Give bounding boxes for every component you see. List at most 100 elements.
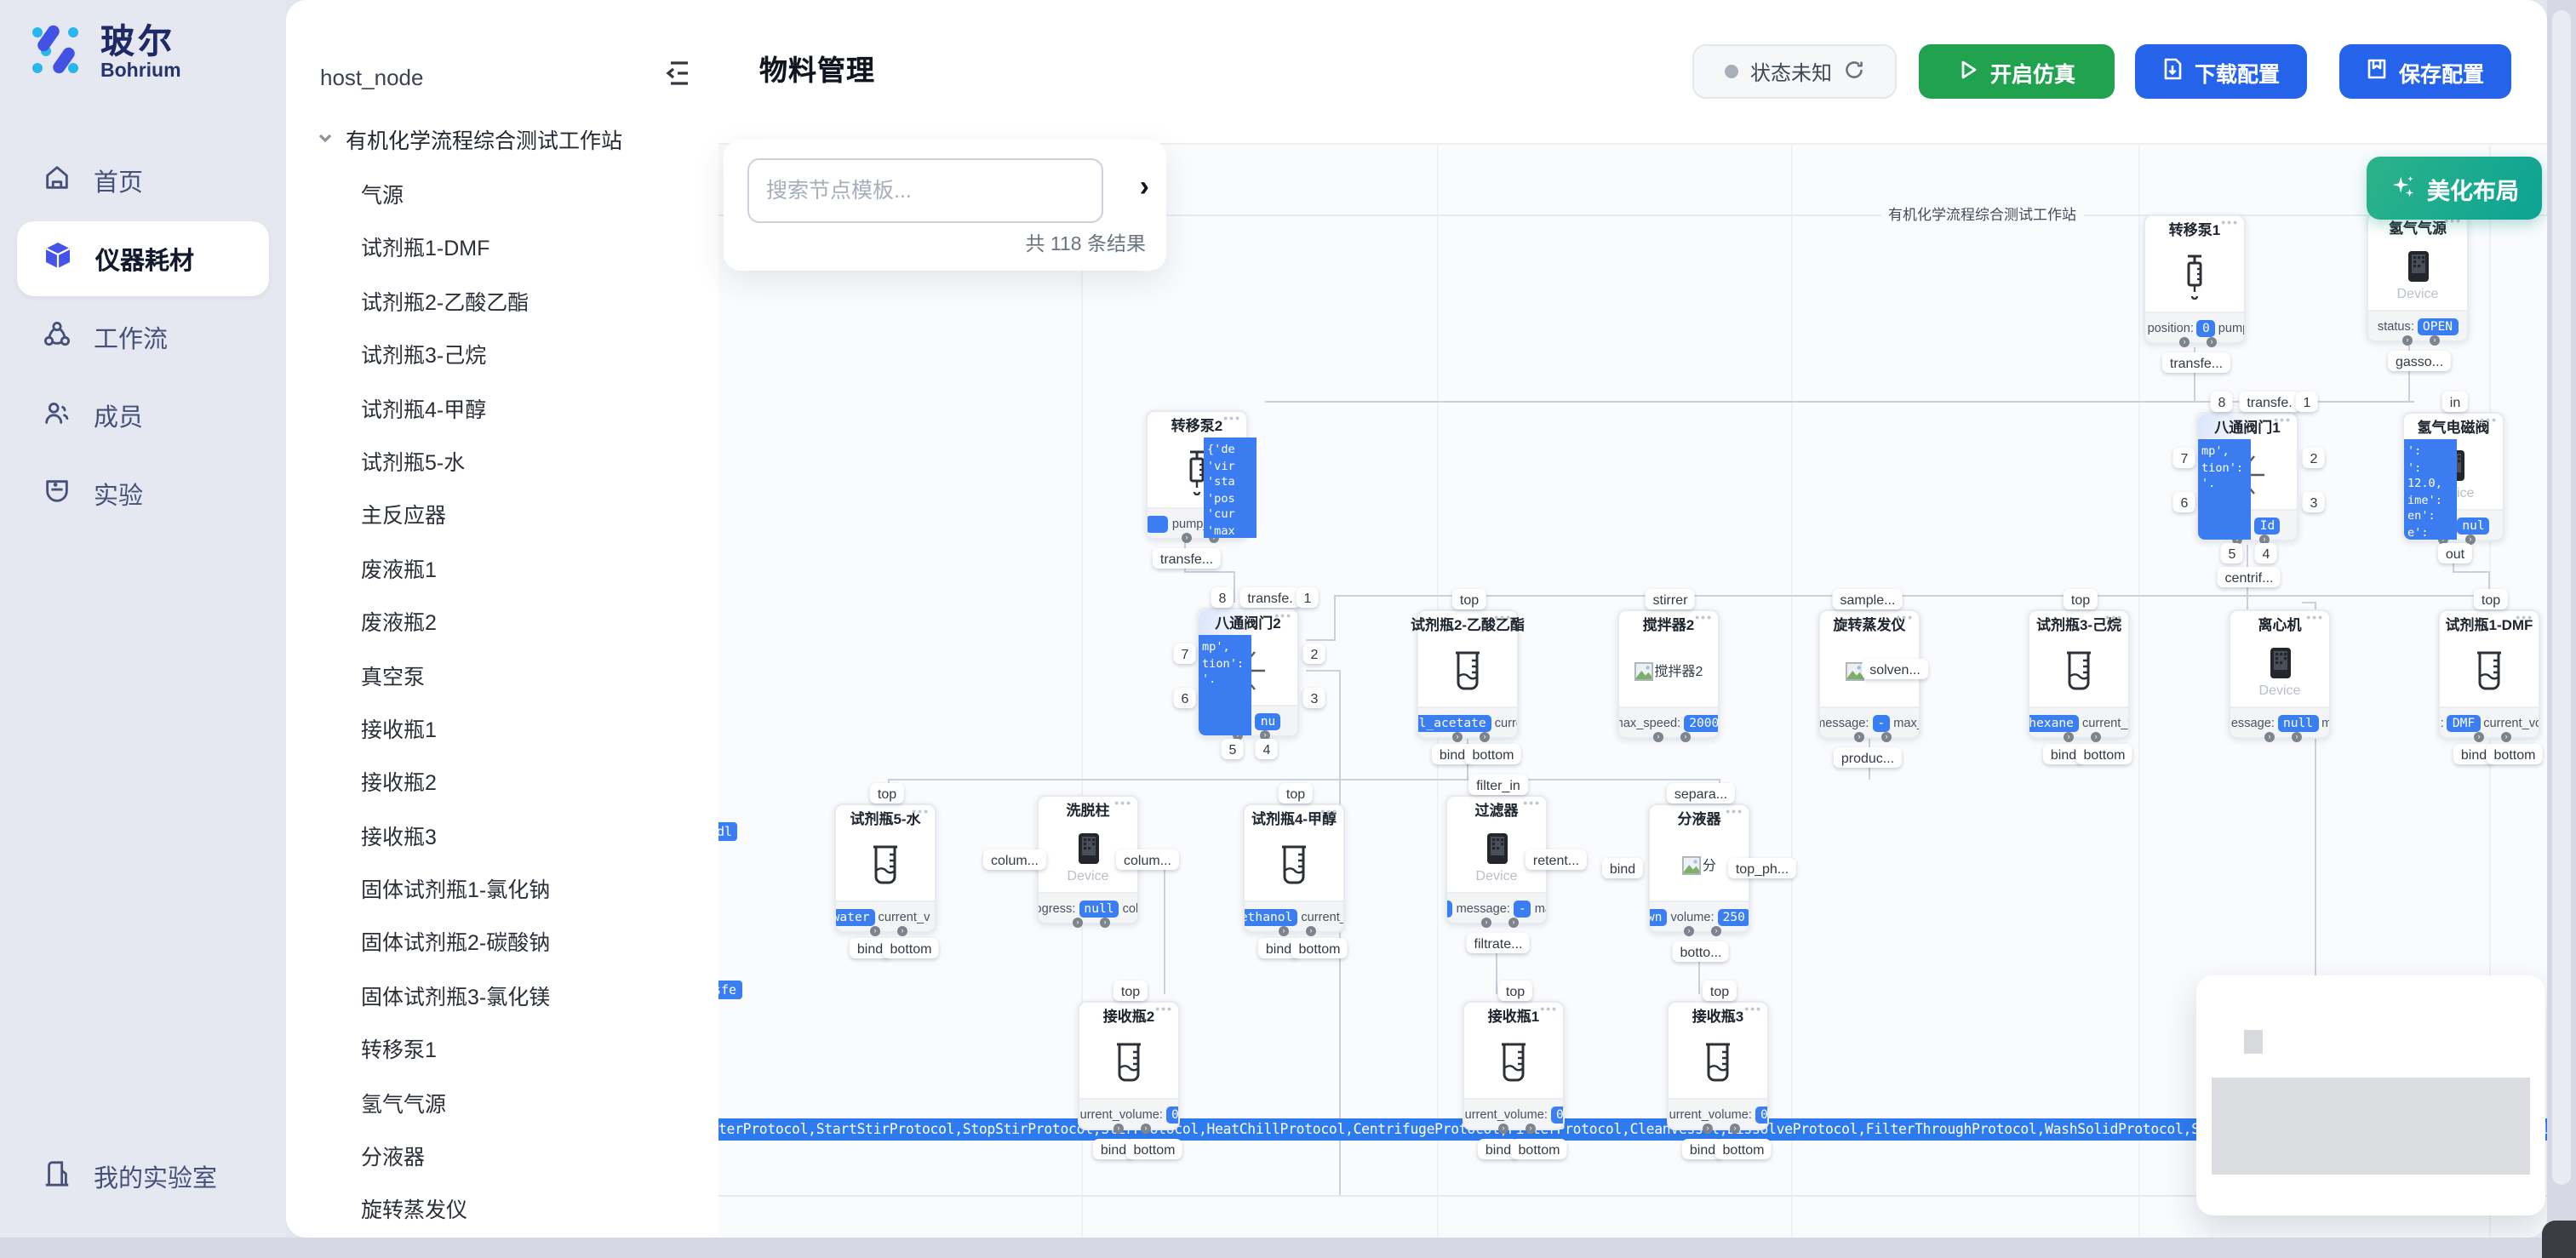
port-3[interactable]: 3 [1303,688,1326,708]
connector-dot[interactable]: › [2501,732,2511,742]
port-5[interactable]: 5 [2221,543,2244,563]
connector-dot[interactable]: › [1703,1124,1713,1134]
port-transfe...[interactable]: transfe... [2162,352,2230,373]
port-bottom[interactable]: bottom [883,938,940,958]
connector-dot[interactable]: › [2474,732,2484,742]
port-transfe...[interactable]: transfe... [1153,548,1221,569]
tree-item[interactable]: 主反应器 [361,491,718,545]
connector-dot[interactable]: › [1306,926,1316,936]
port-filtrate...[interactable]: filtrate... [1467,933,1531,953]
port-retent...[interactable]: retent... [1526,849,1587,870]
sidebar-item-3[interactable]: 成员 [17,378,269,453]
flow-node-离心机[interactable]: 离心机•••Devicemessage:nullma›› [2229,609,2331,739]
port-botto...[interactable]: botto... [1673,941,1730,962]
port-5[interactable]: 5 [1222,739,1245,759]
flow-node-接收瓶3[interactable]: 接收瓶3•••current_volume:0››topbindbottom [1667,1001,1769,1130]
port-centrif...[interactable]: centrif... [2218,567,2281,587]
chevron-down-icon[interactable] [317,127,334,151]
connector-dot[interactable]: › [2091,732,2101,742]
start-simulation-button[interactable]: 开启仿真 [1919,44,2115,99]
connector-dot[interactable]: › [2064,732,2074,742]
port-colum...[interactable]: colum... [983,849,1046,870]
node-menu-icon[interactable]: ••• [1523,798,1541,810]
tree-item[interactable]: 固体试剂瓶1-氯化钠 [361,865,718,918]
port-bottom[interactable]: bottom [1126,1139,1183,1159]
connector-dot[interactable]: › [1279,926,1289,936]
connector-dot[interactable]: › [1498,1124,1508,1134]
port-produc...[interactable]: produc... [1834,747,1902,768]
connector-dot[interactable]: › [2292,732,2302,742]
port-bottom[interactable]: bottom [1511,1139,1568,1159]
flow-node-分液器[interactable]: 分液器•••分ownvolume:250››separa...bindtop_p… [1648,803,1750,933]
download-config-button[interactable]: 下载配置 [2135,44,2307,99]
node-menu-icon[interactable]: ••• [1896,613,1914,625]
port-filter_in[interactable]: filter_in [1468,775,1528,795]
sidebar-item-my-lab[interactable]: 我的实验室 [17,1139,269,1214]
port-7[interactable]: 7 [1174,643,1197,664]
tree-item[interactable]: 转移泵1 [361,1026,718,1079]
port-solven...[interactable]: solven... [1862,659,1928,679]
tree-item[interactable]: 试剂瓶5-水 [361,437,718,491]
sidebar-item-4[interactable]: 实验 [17,456,269,531]
port-transfe.[interactable]: transfe. [1239,587,1300,608]
flow-node-试剂瓶4-甲醇[interactable]: 试剂瓶4-甲醇•••methanolcurrent_››topbindbotto… [1243,803,1345,933]
tree-item[interactable]: 废液瓶2 [361,598,718,651]
port-stirrer[interactable]: stirrer [1646,589,1696,609]
port-transfe.[interactable]: transfe. [2239,392,2299,412]
port-top[interactable]: top [1113,981,1148,1001]
node-menu-icon[interactable]: ••• [1494,613,1512,625]
flow-node-氢气气源[interactable]: 氢气气源•••Devicestatus:OPEN››gasso... [2367,213,2469,342]
connector-dot[interactable]: › [1480,732,1490,742]
port-8[interactable]: 8 [2211,392,2234,412]
flow-node-搅拌器2[interactable]: 搅拌器2•••搅拌器2max_speed:2000››stirrer [1617,609,1720,739]
flow-node-接收瓶2[interactable]: 接收瓶2•••current_volume:0››topbindbottom [1078,1001,1180,1130]
tree-root-node[interactable]: 有机化学流程综合测试工作站 [317,123,622,155]
connector-dot[interactable]: › [2402,335,2413,346]
port-top[interactable]: top [1279,783,1313,803]
tree-item[interactable]: 气源 [361,170,718,224]
flow-node-接收瓶1[interactable]: 接收瓶1•••current_volume:0››topbindbottom [1463,1001,1565,1130]
connector-dot[interactable]: › [1481,918,1491,928]
node-menu-icon[interactable]: ••• [1695,613,1713,625]
port-bottom[interactable]: bottom [1465,744,1522,764]
node-menu-icon[interactable]: ••• [2516,613,2533,625]
port-out[interactable]: out [2438,543,2472,563]
flow-node-洗脱柱[interactable]: 洗脱柱•••Devicerogress:nullcolu››colum...co… [1037,795,1139,924]
tree-item[interactable]: 废液瓶1 [361,544,718,598]
port-colum...[interactable]: colum... [1116,849,1179,870]
connector-dot[interactable]: › [1653,732,1663,742]
tree-item[interactable]: 真空泵 [361,651,718,705]
search-input[interactable] [747,158,1103,223]
node-menu-icon[interactable]: ••• [2274,415,2292,427]
flow-node-八通阀门1[interactable]: 八通阀门1•••status:Idmp',tion':'.››8transfe.… [2196,412,2298,541]
flow-node-试剂瓶3-己烷[interactable]: 试剂瓶3-己烷•••hexanecurrent_v››topbindbottom [2028,609,2130,739]
port-6[interactable]: 6 [2173,492,2196,512]
port-in[interactable]: in [2442,392,2468,412]
save-config-button[interactable]: 保存配置 [2339,44,2511,99]
vertical-scrollbar[interactable] [2547,0,2576,1258]
connector-dot[interactable]: › [1730,1124,1740,1134]
tree-item[interactable]: 试剂瓶4-甲醇 [361,384,718,437]
node-menu-icon[interactable]: ••• [1223,414,1241,426]
node-menu-icon[interactable]: ••• [1726,807,1743,819]
tree-item[interactable]: 接收瓶1 [361,705,718,758]
flow-node-转移泵1[interactable]: 转移泵1••• position:0pump››transfe... [2144,214,2246,344]
tree-item[interactable]: 试剂瓶2-乙酸乙酯 [361,277,718,331]
chevron-right-icon[interactable]: › [1140,170,1149,204]
port-1[interactable]: 1 [2296,392,2319,412]
connector-dot[interactable]: › [1508,918,1519,928]
node-menu-icon[interactable]: ••• [912,807,930,819]
tree-item[interactable]: 固体试剂瓶3-氯化镁 [361,972,718,1026]
connector-dot[interactable]: › [1452,732,1463,742]
port-1[interactable]: 1 [1297,587,1319,608]
connector-dot[interactable]: › [1684,926,1694,936]
flow-node-试剂瓶2-乙酸乙酯[interactable]: 试剂瓶2-乙酸乙酯•••hyl_acetatecurre››topbindbot… [1417,609,1519,739]
tree-item[interactable]: 分液器 [361,1132,718,1186]
node-menu-icon[interactable]: ••• [2221,218,2239,230]
status-badge[interactable]: 状态未知 [1692,44,1897,99]
port-top[interactable]: top [2064,589,2098,609]
node-menu-icon[interactable]: ••• [2306,613,2324,625]
port-bottom[interactable]: bottom [2076,744,2133,764]
connector-dot[interactable]: › [1100,918,1110,928]
flow-canvas[interactable]: 有机化学流程综合测试工作站 terProtocol,StartStirProto… [718,143,2547,1238]
